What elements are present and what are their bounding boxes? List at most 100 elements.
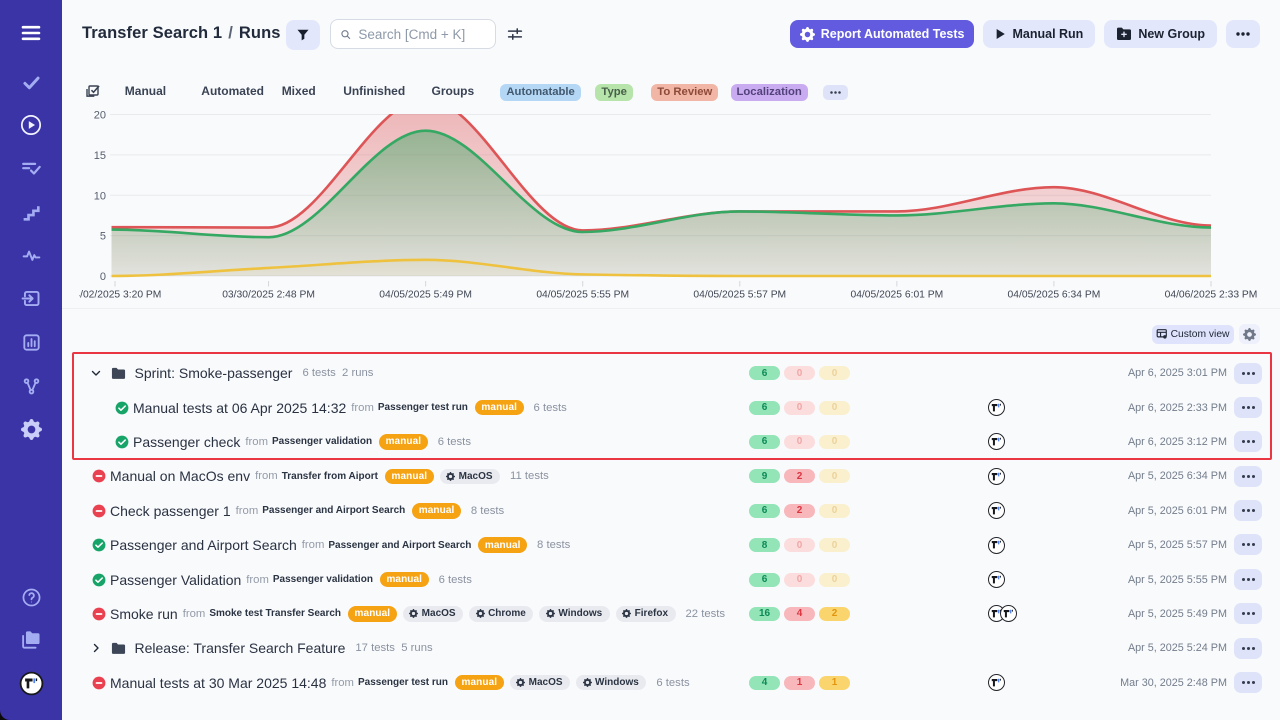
search-box[interactable] xyxy=(330,19,496,49)
sidebar-item-folders[interactable] xyxy=(0,629,62,651)
x-axis-label: 04/02/2025 3:20 PM xyxy=(79,290,161,301)
tag-filter-localization[interactable]: Localization xyxy=(731,84,808,102)
row-more-button[interactable] xyxy=(1234,672,1262,693)
skipped-badge: 0 xyxy=(819,366,850,380)
group-title[interactable]: Sprint: Smoke-passenger xyxy=(135,365,293,381)
run-row: Manual tests at 30 Mar 2025 14:48fromPas… xyxy=(62,666,1280,700)
select-all-icon[interactable] xyxy=(84,83,100,99)
run-source[interactable]: Transfer from Aiport xyxy=(282,471,378,482)
adjustments-icon[interactable] xyxy=(507,27,523,41)
failed-badge: 1 xyxy=(784,676,815,690)
run-source[interactable]: Passenger test run xyxy=(378,402,468,413)
testomat-logo-icon xyxy=(991,678,1002,687)
status-failed-icon xyxy=(92,504,106,518)
run-source[interactable]: Passenger validation xyxy=(273,574,373,585)
tab-mixed[interactable]: Mixed xyxy=(282,84,316,98)
header-more-button[interactable] xyxy=(1226,20,1260,48)
manual-tag: manual xyxy=(475,400,524,416)
run-source[interactable]: Passenger test run xyxy=(358,677,448,688)
avatar[interactable] xyxy=(988,433,1005,450)
group-row: Release: Transfer Search Feature17 tests… xyxy=(62,631,1280,665)
run-title[interactable]: Smoke run xyxy=(110,606,178,622)
run-date: Apr 6, 2025 3:12 PM xyxy=(1128,425,1227,459)
tag-filter-type[interactable]: Type xyxy=(595,84,633,102)
assignee-avatars xyxy=(988,562,1005,596)
breadcrumb-project[interactable]: Transfer Search 1 xyxy=(82,24,222,42)
run-title[interactable]: Passenger Validation xyxy=(110,572,241,588)
report-automated-tests-button[interactable]: Report Automated Tests xyxy=(790,20,975,48)
run-row: Passenger Validation from Passenger valida… xyxy=(62,562,1280,596)
folders-icon xyxy=(20,629,42,651)
chevron-right-icon[interactable] xyxy=(90,642,102,654)
separator xyxy=(62,308,1280,309)
tag-filter-automatable[interactable]: Automatable xyxy=(500,84,580,102)
row-more-button[interactable] xyxy=(1234,500,1262,521)
row-more-button[interactable] xyxy=(1234,363,1262,384)
sidebar-item-pulse[interactable] xyxy=(0,245,62,266)
group-meta: 6 tests 2 runs xyxy=(302,367,373,379)
run-title[interactable]: Check passenger 1 xyxy=(110,503,231,519)
run-title[interactable]: Passenger and Airport Search xyxy=(110,537,297,553)
row-more-button[interactable] xyxy=(1234,569,1262,590)
sidebar-item-branch[interactable] xyxy=(0,375,62,396)
passed-badge: 16 xyxy=(749,607,780,621)
run-from-label: from xyxy=(246,574,269,586)
sidebar-item-menu[interactable] xyxy=(0,21,62,45)
run-title[interactable]: Passenger check xyxy=(133,434,240,450)
sidebar-item-box-arrow-in[interactable] xyxy=(0,288,62,309)
manual-run-button[interactable]: Manual Run xyxy=(983,20,1095,48)
tab-automated[interactable]: Automated xyxy=(201,84,264,98)
run-row: Manual on MacOs envfromTransfer from Aip… xyxy=(62,459,1280,493)
run-date: Apr 5, 2025 6:34 PM xyxy=(1128,459,1227,493)
avatar[interactable] xyxy=(988,502,1005,519)
row-more-button[interactable] xyxy=(1234,431,1262,452)
run-source[interactable]: Passenger and Airport Search xyxy=(262,505,405,516)
search-input[interactable] xyxy=(358,27,486,42)
run-title[interactable]: Manual on MacOs env xyxy=(110,468,250,484)
group-title[interactable]: Release: Transfer Search Feature xyxy=(135,640,346,656)
run-source[interactable]: Smoke test Transfer Search xyxy=(209,608,341,619)
env-pill: Windows xyxy=(539,606,609,622)
skipped-badge: 1 xyxy=(819,676,850,690)
row-more-button[interactable] xyxy=(1234,638,1262,659)
tab-unfinished[interactable]: Unfinished xyxy=(343,84,405,98)
manual-tag: manual xyxy=(478,537,527,553)
assignee-avatars xyxy=(988,425,1005,459)
run-source[interactable]: Passenger and Airport Search xyxy=(328,540,471,551)
avatar[interactable] xyxy=(988,537,1005,554)
avatar[interactable] xyxy=(988,674,1005,691)
run-row: Manual tests at 06 Apr 2025 14:32fromPas… xyxy=(62,390,1280,424)
run-title[interactable]: Manual tests at 06 Apr 2025 14:32 xyxy=(133,400,346,416)
failed-badge: 0 xyxy=(784,366,815,380)
filter-button[interactable] xyxy=(286,20,320,50)
row-more-button[interactable] xyxy=(1234,466,1262,487)
sidebar-item-play-circle[interactable] xyxy=(0,114,62,136)
sidebar-item-list-check[interactable] xyxy=(0,157,62,179)
chevron-down-icon[interactable] xyxy=(90,367,102,379)
tag-filter-to-review[interactable]: To Review xyxy=(651,84,718,102)
sidebar-item-gear[interactable] xyxy=(0,419,62,440)
y-axis-label: 15 xyxy=(94,150,106,162)
avatar[interactable] xyxy=(988,399,1005,416)
sidebar-item-check[interactable] xyxy=(0,72,62,93)
custom-view-button[interactable]: Custom view xyxy=(1152,325,1234,344)
avatar[interactable] xyxy=(988,468,1005,485)
row-more-button[interactable] xyxy=(1234,603,1262,624)
avatar[interactable] xyxy=(1000,605,1017,622)
tab-manual[interactable]: Manual xyxy=(125,84,166,98)
avatar[interactable] xyxy=(988,571,1005,588)
sidebar-item-help-circle[interactable] xyxy=(0,587,62,608)
run-title[interactable]: Manual tests at 30 Mar 2025 14:48 xyxy=(110,675,326,691)
tag-filter-more-button[interactable] xyxy=(823,85,848,100)
new-group-button[interactable]: New Group xyxy=(1104,20,1217,48)
sidebar-item-bar-chart[interactable] xyxy=(0,332,62,353)
row-more-button[interactable] xyxy=(1234,397,1262,418)
run-source[interactable]: Passenger validation xyxy=(272,436,372,447)
sidebar-item-stairs[interactable] xyxy=(0,202,62,223)
breadcrumb-separator: / xyxy=(222,24,239,42)
row-more-button[interactable] xyxy=(1234,534,1262,555)
tab-groups[interactable]: Groups xyxy=(432,84,475,98)
view-settings-button[interactable] xyxy=(1239,324,1260,344)
sidebar-logo[interactable] xyxy=(0,671,62,696)
run-date: Apr 5, 2025 6:01 PM xyxy=(1128,494,1227,528)
